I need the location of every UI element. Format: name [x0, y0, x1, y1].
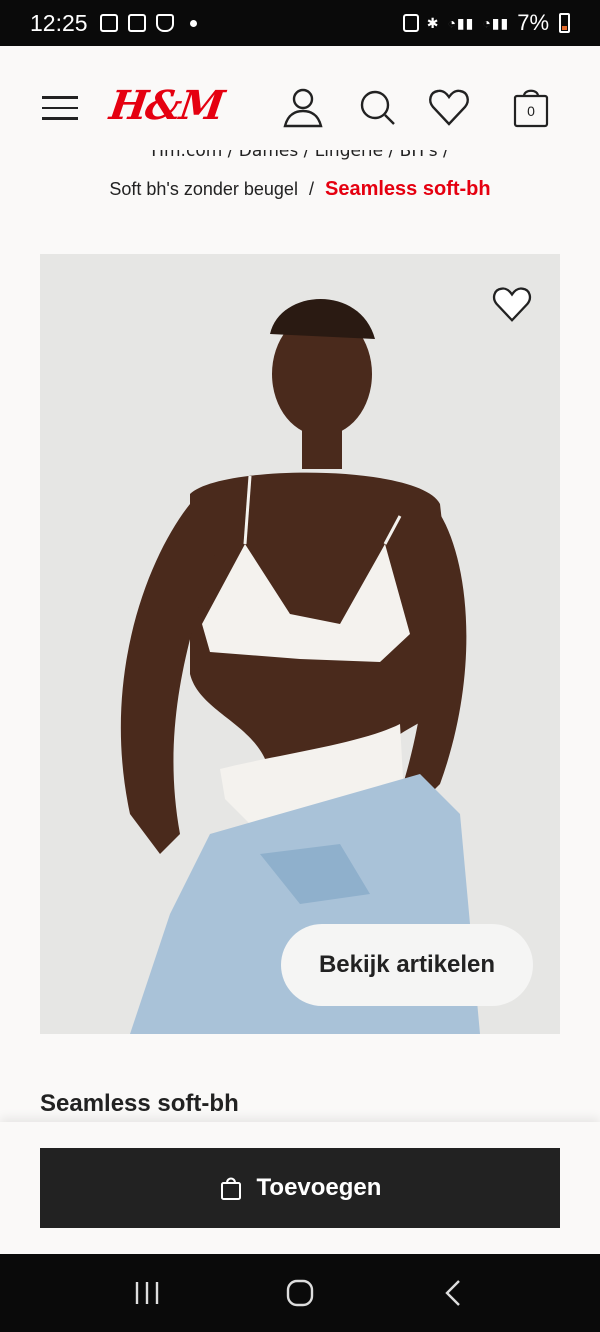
status-right-icons: ✱ ◔▮▮ ◔▮▮ 7% [402, 10, 570, 36]
search-icon[interactable] [354, 84, 400, 130]
home-icon[interactable] [270, 1273, 330, 1313]
bag-icon[interactable]: 0 [508, 84, 554, 130]
product-title: Seamless soft-bh [40, 1090, 239, 1117]
breadcrumb-row: Soft bh's zonder beugel / Seamless soft-… [0, 178, 600, 201]
status-left-icons [99, 14, 197, 32]
breadcrumb-top: Hm.com / Dames / Lingerie / BH's / [0, 150, 600, 164]
shopping-bag-icon [220, 1177, 241, 1200]
heart-icon[interactable] [426, 84, 472, 130]
breadcrumb-top-text[interactable]: Hm.com / Dames / Lingerie / BH's / [151, 150, 449, 161]
wifi-call-icon: ◔▮▮ [447, 14, 475, 31]
shield-icon [155, 14, 174, 32]
status-time: 12:25 [30, 9, 88, 36]
menu-icon[interactable] [42, 96, 78, 120]
model-photo [40, 254, 560, 1034]
brand-logo[interactable]: H&M [107, 82, 226, 129]
user-icon[interactable] [280, 84, 326, 130]
bluetooth-icon: ✱ [426, 14, 440, 31]
product-image[interactable]: Bekijk artikelen [40, 254, 560, 1034]
breadcrumb-current: Seamless soft-bh [325, 178, 491, 200]
add-to-bag-panel: Toevoegen [0, 1122, 600, 1254]
wishlist-heart-icon[interactable] [490, 282, 534, 326]
sim-icon [402, 14, 419, 32]
signal-icon: ◔▮▮ [482, 14, 510, 31]
dot-icon [189, 19, 197, 27]
back-icon[interactable] [423, 1273, 483, 1313]
breadcrumb: Hm.com / Dames / Lingerie / BH's / Soft … [0, 150, 600, 201]
notification-icon [99, 14, 118, 32]
view-items-button[interactable]: Bekijk artikelen [281, 924, 533, 1006]
gallery-icon [127, 14, 146, 32]
breadcrumb-parent-link[interactable]: Soft bh's zonder beugel [109, 179, 298, 199]
battery-percent: 7% [517, 10, 549, 35]
battery-icon [559, 13, 570, 33]
bag-count: 0 [527, 103, 535, 119]
recent-apps-icon[interactable] [117, 1273, 177, 1313]
breadcrumb-separator: / [308, 179, 314, 199]
site-header: H&M 0 [0, 46, 600, 156]
android-nav-bar [0, 1254, 600, 1332]
status-bar: 12:25 ✱ ◔▮▮ ◔▮▮ 7% [0, 0, 600, 46]
add-to-bag-button[interactable]: Toevoegen [40, 1148, 560, 1228]
add-to-bag-label: Toevoegen [256, 1174, 382, 1201]
